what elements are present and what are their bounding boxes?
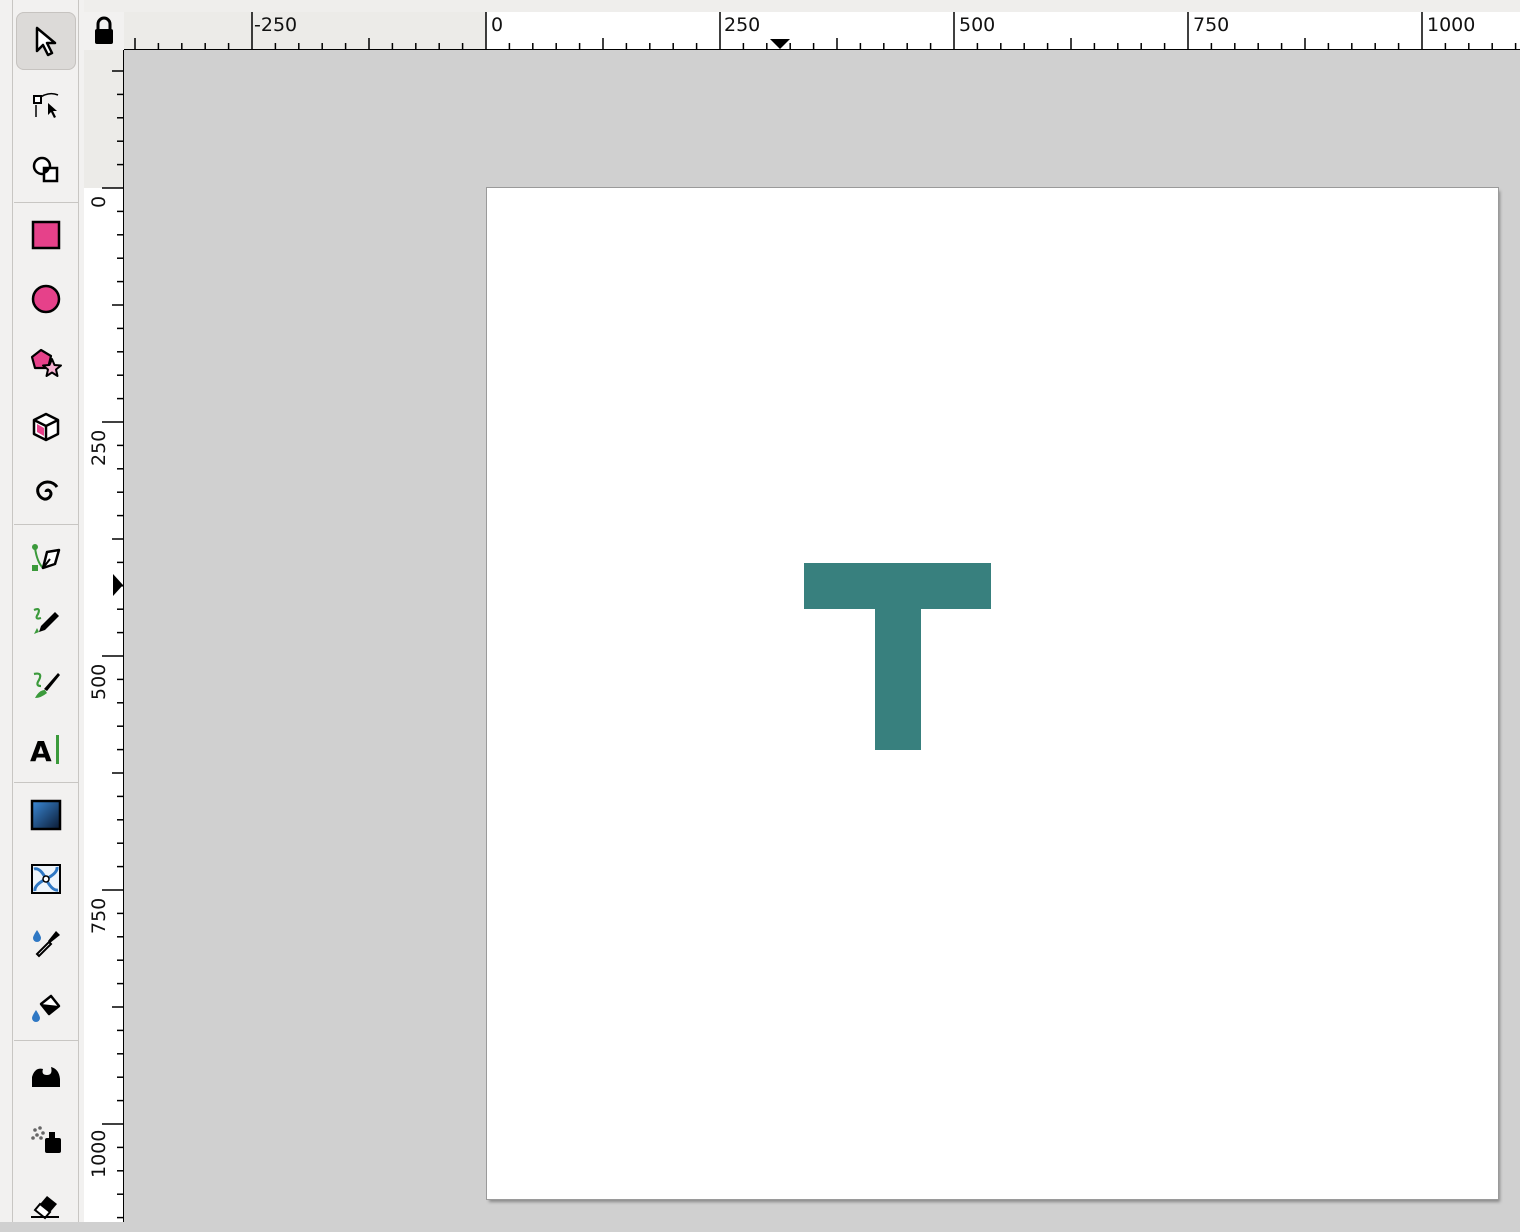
text-icon: A	[30, 735, 59, 766]
arrow-pointer-icon	[35, 26, 57, 57]
rectangle-icon	[31, 220, 61, 250]
cube-icon	[32, 412, 60, 442]
calligraphy-brush-icon	[33, 672, 60, 698]
text-tool[interactable]: A	[16, 720, 76, 778]
svg-text:A: A	[30, 735, 52, 766]
pencil-tool[interactable]	[16, 592, 76, 650]
spray-tool[interactable]	[16, 1110, 76, 1168]
page-content	[804, 563, 991, 750]
shape-builder-tool[interactable]	[16, 140, 76, 198]
bezier-pen-icon	[32, 544, 61, 571]
toolbox-separator	[14, 524, 78, 525]
horizontal-ruler[interactable]: -250 0 250 500 750 1000	[124, 12, 1520, 50]
toolbox-separator	[14, 782, 78, 783]
gradient-icon	[30, 799, 62, 831]
t-shape[interactable]	[804, 563, 991, 750]
node-editor-icon	[33, 92, 59, 118]
ellipse-tool[interactable]	[16, 270, 76, 328]
3d-box-tool[interactable]	[16, 398, 76, 456]
tweak-tool[interactable]	[16, 1046, 76, 1104]
toolbox-edge	[78, 0, 79, 1222]
ruler-label: 250	[88, 429, 110, 466]
calligraphy-tool[interactable]	[16, 656, 76, 714]
toolbox-separator	[14, 202, 78, 203]
spray-icon	[31, 1126, 61, 1153]
ruler-label: 0	[88, 195, 110, 208]
vertical-ruler[interactable]: 0 250 500 750 1000	[84, 50, 124, 1222]
node-tool[interactable]	[16, 76, 76, 134]
ruler-label: 750	[88, 897, 110, 934]
mesh-tool[interactable]	[16, 850, 76, 908]
ruler-label: -250	[254, 14, 298, 36]
eraser-icon	[31, 1196, 59, 1220]
drawing-canvas[interactable]	[124, 50, 1520, 1222]
pen-tool[interactable]	[16, 528, 76, 586]
ruler-label: 750	[1193, 14, 1230, 36]
vertical-ruler-ticks	[102, 70, 124, 1219]
spiral-tool[interactable]	[16, 462, 76, 520]
horizontal-ruler-ticks	[134, 12, 1517, 50]
lock-icon	[95, 16, 113, 44]
shape-builder-icon	[32, 156, 59, 183]
circle-icon	[31, 284, 61, 314]
ruler-label: 500	[88, 663, 110, 700]
star-tool[interactable]	[16, 334, 76, 392]
toolbox-separator	[14, 1040, 78, 1041]
paint-bucket-icon	[32, 994, 61, 1022]
ruler-label: 1000	[88, 1129, 110, 1178]
star-polygon-icon	[30, 348, 62, 377]
ruler-label: 0	[491, 14, 504, 36]
rectangle-tool[interactable]	[16, 206, 76, 264]
ruler-label: 1000	[1427, 14, 1476, 36]
toolbox-edge	[12, 0, 13, 1222]
spiral-icon	[36, 480, 59, 501]
ruler-label: 250	[724, 14, 761, 36]
guide-lock-button[interactable]	[84, 12, 125, 50]
eraser-tool[interactable]	[16, 1174, 76, 1232]
dropper-tool[interactable]	[16, 914, 76, 972]
ruler-label: 500	[959, 14, 996, 36]
gradient-tool[interactable]	[16, 786, 76, 844]
document-page[interactable]	[486, 187, 1499, 1200]
mesh-icon	[31, 864, 61, 894]
dropper-icon	[33, 930, 60, 958]
toolbox: A	[0, 0, 84, 1222]
tweak-icon	[32, 1067, 60, 1087]
selector-tool[interactable]	[16, 12, 76, 70]
pencil-icon	[33, 608, 59, 634]
paint-bucket-tool[interactable]	[16, 978, 76, 1036]
